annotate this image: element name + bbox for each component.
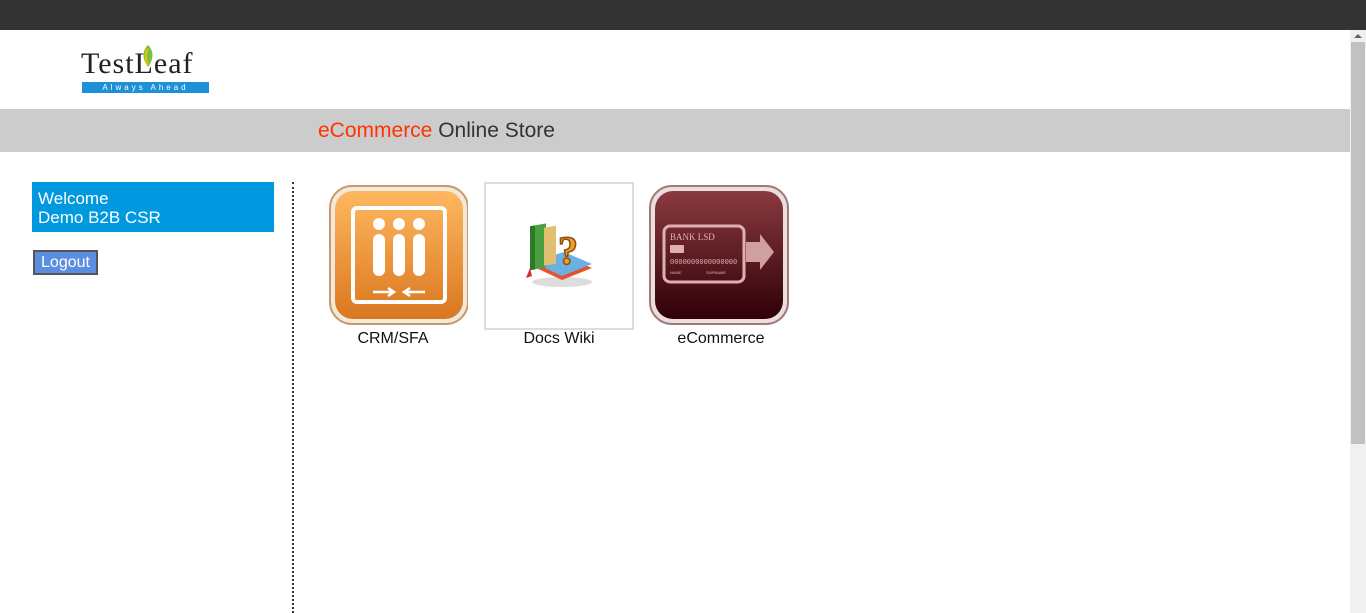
browser-top-bar: [0, 0, 1366, 30]
app-label-crm-sfa[interactable]: CRM/SFA: [318, 330, 468, 348]
page-title: eCommerce Online Store: [318, 119, 555, 143]
title-band: eCommerce Online Store: [0, 109, 1350, 152]
docs-wiki-icon: ?: [526, 223, 592, 287]
welcome-box: Welcome Demo B2B CSR: [32, 182, 274, 232]
logo-text: TestLeaf: [81, 47, 194, 80]
card-number-text: 0000000000000000: [670, 259, 737, 267]
bank-name-text: BANK LSD: [670, 232, 715, 242]
svg-text:?: ?: [558, 228, 578, 273]
ecommerce-icon: BANK LSD 0000000000000000 NAME SURNAME: [649, 185, 789, 325]
scroll-up-arrow-icon[interactable]: [1350, 30, 1366, 42]
logout-button[interactable]: Logout: [33, 250, 98, 275]
welcome-label: Welcome: [38, 189, 109, 208]
docs-wiki-icon-box[interactable]: ?: [484, 182, 634, 330]
leaf-icon: [143, 45, 153, 67]
card-surname-text: SURNAME: [706, 270, 726, 275]
sidebar-divider: [292, 182, 294, 613]
app-tile-crm-sfa[interactable]: CRM/SFA: [318, 182, 469, 352]
app-tile-ecommerce[interactable]: BANK LSD 0000000000000000 NAME SURNAME e…: [646, 182, 796, 352]
card-name-text: NAME: [670, 270, 682, 275]
crm-sfa-icon: [329, 185, 469, 325]
header: TestLeaf Always Ahead: [0, 30, 1350, 109]
crm-sfa-icon-box[interactable]: [318, 182, 469, 330]
scrollbar-thumb[interactable]: [1351, 42, 1365, 444]
testleaf-logo[interactable]: TestLeaf Always Ahead: [81, 45, 211, 95]
user-name: Demo B2B CSR: [38, 208, 161, 227]
page-title-rest: Online Store: [432, 119, 555, 142]
ecommerce-icon-box[interactable]: BANK LSD 0000000000000000 NAME SURNAME: [646, 182, 796, 330]
logo-tagline: Always Ahead: [82, 82, 209, 93]
page-title-accent: eCommerce: [318, 119, 433, 142]
app-label-docs-wiki[interactable]: Docs Wiki: [484, 330, 634, 348]
app-label-ecommerce[interactable]: eCommerce: [646, 330, 796, 348]
app-tile-docs-wiki[interactable]: ? Docs Wiki: [484, 182, 634, 352]
